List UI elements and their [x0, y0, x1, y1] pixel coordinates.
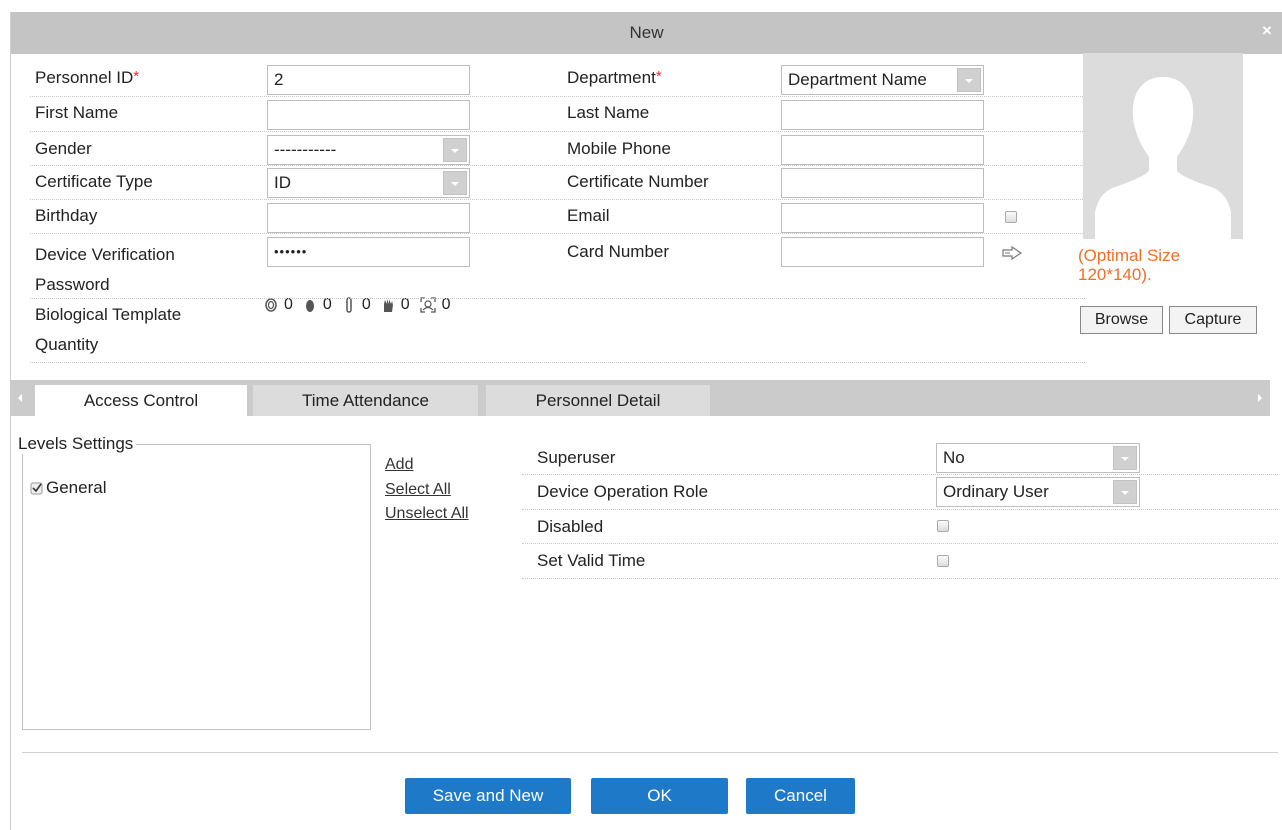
personnel-id-label: Personnel ID*	[35, 68, 140, 87]
bio-template-label: Biological Template Quantity	[35, 305, 182, 354]
ok-button[interactable]: OK	[591, 778, 728, 814]
close-icon[interactable]: ×	[1258, 22, 1276, 40]
tab-scroll-left-icon[interactable]	[18, 394, 22, 402]
dialog-title: New	[629, 23, 664, 42]
chevron-down-icon[interactable]	[957, 68, 981, 92]
disabled-label: Disabled	[537, 517, 604, 536]
device-password-label: Device Verification Password	[35, 245, 175, 294]
gender-select[interactable]: -----------	[267, 135, 470, 165]
tab-bar: Access Control Time Attendance Personnel…	[10, 380, 1270, 416]
tab-scroll-right-icon[interactable]	[1258, 394, 1262, 402]
card-number-label: Card Number	[567, 242, 670, 261]
superuser-select[interactable]: No	[936, 443, 1140, 473]
tab-access-control[interactable]: Access Control	[35, 385, 247, 416]
card-reader-icon[interactable]	[1002, 246, 1022, 260]
fingerprint-icon	[265, 298, 277, 312]
row-separator	[30, 165, 1085, 166]
row-separator	[522, 474, 1278, 475]
birthday-label: Birthday	[35, 206, 98, 225]
disabled-checkbox[interactable]	[937, 520, 949, 532]
email-input[interactable]	[781, 203, 984, 233]
row-separator	[522, 578, 1278, 579]
level-item-label: General	[46, 478, 107, 497]
email-label: Email	[567, 206, 610, 225]
row-separator	[30, 131, 1085, 132]
row-separator	[30, 199, 1085, 200]
chevron-down-icon[interactable]	[1113, 480, 1137, 504]
finger-icon	[346, 297, 352, 313]
device-role-value: Ordinary User	[943, 482, 1049, 501]
row-separator	[30, 298, 1085, 299]
device-password-input[interactable]: ••••••	[267, 237, 470, 267]
tab-personnel-detail[interactable]: Personnel Detail	[486, 385, 710, 416]
select-all-link[interactable]: Select All	[385, 481, 451, 499]
checkbox-checked-icon[interactable]	[30, 481, 44, 495]
face-icon	[419, 297, 436, 313]
valid-time-label: Set Valid Time	[537, 551, 646, 570]
certificate-number-label: Certificate Number	[567, 172, 709, 191]
first-name-input[interactable]	[267, 100, 470, 130]
device-role-select[interactable]: Ordinary User	[936, 477, 1140, 507]
finger-vein-icon	[305, 300, 314, 312]
chevron-down-icon[interactable]	[1113, 446, 1137, 470]
certificate-type-select[interactable]: ID	[267, 168, 470, 198]
gender-label: Gender	[35, 139, 92, 158]
first-name-label: First Name	[35, 103, 119, 122]
save-and-new-button[interactable]: Save and New	[405, 778, 571, 814]
level-item-general[interactable]: General	[30, 478, 106, 498]
department-label: Department*	[567, 68, 662, 87]
certificate-type-value: ID	[274, 173, 291, 192]
dialog-titlebar: New ×	[11, 12, 1282, 54]
unselect-all-link[interactable]: Unselect All	[385, 505, 469, 523]
avatar-placeholder-icon	[1095, 77, 1231, 239]
mobile-phone-input[interactable]	[781, 135, 984, 165]
last-name-label: Last Name	[567, 103, 650, 122]
chevron-down-icon[interactable]	[443, 171, 467, 195]
last-name-input[interactable]	[781, 100, 984, 130]
levels-settings-title: Levels Settings	[18, 434, 137, 454]
add-level-link[interactable]: Add	[385, 456, 413, 474]
row-separator	[522, 543, 1278, 544]
palm-icon	[383, 299, 393, 312]
row-separator	[30, 362, 1085, 363]
cancel-button[interactable]: Cancel	[746, 778, 855, 814]
superuser-label: Superuser	[537, 448, 616, 467]
device-role-label: Device Operation Role	[537, 482, 709, 501]
footer-divider	[22, 752, 1278, 753]
superuser-value: No	[943, 448, 965, 467]
certificate-type-label: Certificate Type	[35, 172, 153, 191]
birthday-input[interactable]	[267, 203, 470, 233]
mobile-phone-label: Mobile Phone	[567, 139, 671, 158]
email-notify-checkbox[interactable]	[1005, 211, 1017, 223]
photo-size-note: (Optimal Size 120*140).	[1078, 246, 1181, 284]
personnel-photo	[1083, 53, 1243, 239]
capture-button[interactable]: Capture	[1169, 306, 1257, 334]
row-separator	[30, 96, 1085, 97]
row-separator	[30, 233, 1085, 234]
valid-time-checkbox[interactable]	[937, 555, 949, 567]
tab-time-attendance[interactable]: Time Attendance	[253, 385, 478, 416]
gender-value: -----------	[274, 140, 337, 159]
card-number-input[interactable]	[781, 237, 984, 267]
browse-button[interactable]: Browse	[1080, 306, 1163, 334]
personnel-id-input[interactable]	[267, 65, 470, 95]
row-separator	[522, 509, 1278, 510]
chevron-down-icon[interactable]	[443, 138, 467, 162]
certificate-number-input[interactable]	[781, 168, 984, 198]
department-select[interactable]: Department Name	[781, 65, 984, 95]
department-value: Department Name	[788, 70, 927, 89]
